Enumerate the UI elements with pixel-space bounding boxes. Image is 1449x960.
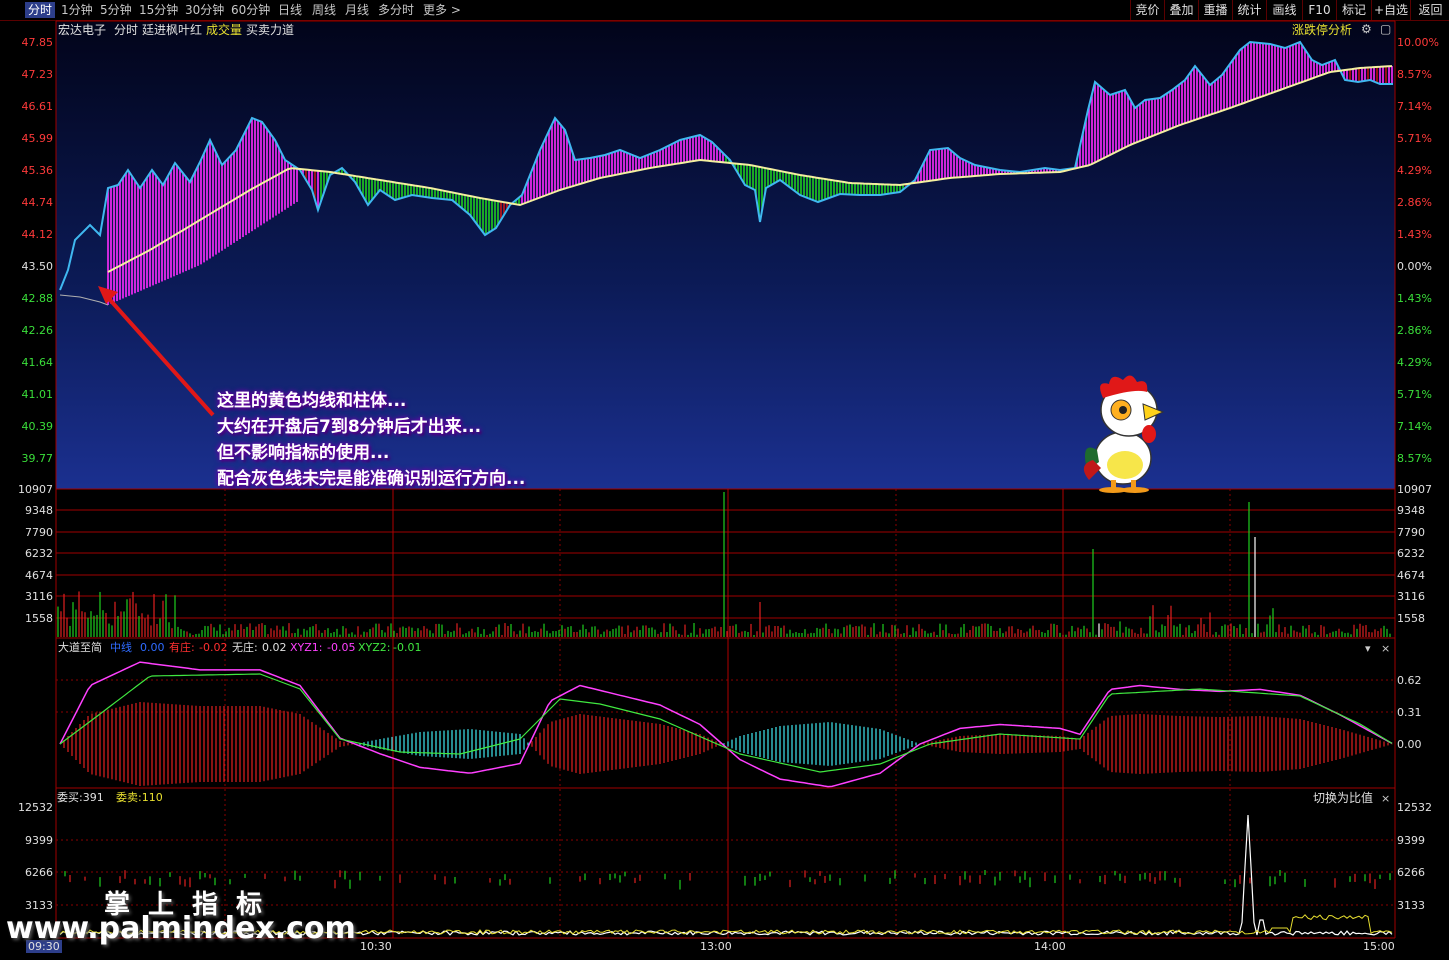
priceAxis-tick: 41.64 <box>21 356 54 369</box>
volAxisR-tick: 10907 <box>1397 483 1432 496</box>
pctAxis-tick: 7.14% <box>1397 100 1432 113</box>
volAxisL-tick: 10907 <box>18 483 53 496</box>
volAxisL-tick: 3116 <box>25 590 53 603</box>
volume-bars <box>57 492 1391 637</box>
ordAxisL-tick: 12532 <box>18 801 53 814</box>
pctAxis-tick: 1.43% <box>1397 292 1432 305</box>
priceAxis-tick: 39.77 <box>21 452 54 465</box>
ordAxisL-tick: 6266 <box>25 866 53 879</box>
dadao-title[interactable]: 大道至简 <box>58 641 102 654</box>
ddAxis-tick: 0.00 <box>1397 738 1422 751</box>
pctAxis-tick: 8.57% <box>1397 452 1432 465</box>
dadao-histogram <box>63 702 1393 786</box>
priceAxis-tick: 45.36 <box>21 164 54 177</box>
volAxisR-tick: 1558 <box>1397 612 1425 625</box>
volAxisL-tick: 7790 <box>25 526 53 539</box>
pctAxis-tick: 5.71% <box>1397 388 1432 401</box>
xyz2-label: XYZ2: <box>358 641 391 654</box>
flow-label[interactable]: 买卖力道 <box>246 24 294 37</box>
pctAxis-tick: 2.86% <box>1397 324 1432 337</box>
priceAxis-tick: 44.12 <box>21 228 54 241</box>
settings-icon[interactable]: ⚙ <box>1361 23 1372 36</box>
pctAxis-tick: 5.71% <box>1397 132 1432 145</box>
priceAxis-tick: 47.23 <box>21 68 54 81</box>
xyz2-value: -0.01 <box>393 641 422 654</box>
priceAxis-tick: 40.39 <box>21 420 54 433</box>
youzhuang-label: 有庄: <box>169 641 195 654</box>
ddAxis-tick: 0.31 <box>1397 706 1422 719</box>
annotation-line-2: 大约在开盘后7到8分钟后才出来... <box>217 417 482 437</box>
volAxisR-tick: 9348 <box>1397 504 1425 517</box>
xyz1-value: -0.05 <box>327 641 356 654</box>
pctAxis-tick: 0.00% <box>1397 260 1432 273</box>
annotation-line-3: 但不影响指标的使用... <box>217 443 390 463</box>
dropdown-icon[interactable]: ▾ <box>1365 642 1371 655</box>
time-1500: 15:00 <box>1363 940 1395 953</box>
time-1400: 14:00 <box>1034 940 1066 953</box>
priceAxis-tick: 47.85 <box>21 36 54 49</box>
annotation-line-4: 配合灰色线未完是能准确识别运行方向... <box>217 469 526 489</box>
pctAxis-tick: 8.57% <box>1397 68 1432 81</box>
ordAxisR-tick: 9399 <box>1397 834 1425 847</box>
ordAxisR-tick: 3133 <box>1397 899 1425 912</box>
indicator-name[interactable]: 廷进枫叶红 <box>142 24 202 37</box>
priceAxis-tick: 44.74 <box>21 196 54 209</box>
pctAxis-tick: 2.86% <box>1397 196 1432 209</box>
pctAxis-tick: 7.14% <box>1397 420 1432 433</box>
priceAxis-tick: 42.26 <box>21 324 54 337</box>
volAxisR-tick: 6232 <box>1397 547 1425 560</box>
pctAxis-tick: 4.29% <box>1397 356 1432 369</box>
pctAxis-tick: 1.43% <box>1397 228 1432 241</box>
limit-analysis-button[interactable]: 涨跌停分析 <box>1292 24 1352 37</box>
volAxisR-tick: 7790 <box>1397 526 1425 539</box>
priceAxis-tick: 45.99 <box>21 132 54 145</box>
close-panel-icon[interactable]: ▢ <box>1380 23 1391 36</box>
volAxisL-tick: 1558 <box>25 612 53 625</box>
volume-label[interactable]: 成交量 <box>206 24 242 37</box>
stock-name: 宏达电子 <box>58 23 107 37</box>
close-dadao-icon[interactable]: × <box>1381 642 1390 655</box>
time-1300: 13:00 <box>700 940 732 953</box>
zhongxian-value: 0.00 <box>140 641 165 654</box>
volAxisR-tick: 3116 <box>1397 590 1425 603</box>
xyz1-label: XYZ1: <box>290 641 323 654</box>
volAxisL-tick: 9348 <box>25 504 53 517</box>
close-orders-icon[interactable]: × <box>1381 792 1390 805</box>
buy-orders-label: 委买:391 <box>57 791 104 804</box>
annotation-text: 这里的黄色均线和柱体... 大约在开盘后7到8分钟后才出来... 但不影响指标的… <box>217 388 525 492</box>
volAxisR-tick: 4674 <box>1397 569 1425 582</box>
priceAxis-tick: 46.61 <box>21 100 54 113</box>
priceAxis-tick: 41.01 <box>21 388 54 401</box>
annotation-line-1: 这里的黄色均线和柱体... <box>217 391 407 411</box>
volAxisL-tick: 6232 <box>25 547 53 560</box>
switch-ratio-button[interactable]: 切换为比值 <box>1313 792 1373 805</box>
pctAxis-tick: 10.00% <box>1397 36 1439 49</box>
priceAxis-tick: 42.88 <box>21 292 54 305</box>
ordAxisR-tick: 6266 <box>1397 866 1425 879</box>
ordAxisR-tick: 12532 <box>1397 801 1432 814</box>
zhongxian-label: 中线 <box>110 641 132 654</box>
youzhuang-value: -0.02 <box>199 641 228 654</box>
mode-label: 分时 <box>114 23 139 37</box>
sell-orders-label: 委卖:110 <box>116 791 163 804</box>
wuzhuang-label: 无庄: <box>232 641 258 654</box>
priceAxis-tick: 43.50 <box>21 260 54 273</box>
pctAxis-tick: 4.29% <box>1397 164 1432 177</box>
time-1030: 10:30 <box>360 940 392 953</box>
ordAxisL-tick: 9399 <box>25 834 53 847</box>
watermark-url: www.palmindex.com <box>6 911 356 946</box>
ddAxis-tick: 0.62 <box>1397 674 1422 687</box>
wuzhuang-value: 0.02 <box>262 641 287 654</box>
volAxisL-tick: 4674 <box>25 569 53 582</box>
